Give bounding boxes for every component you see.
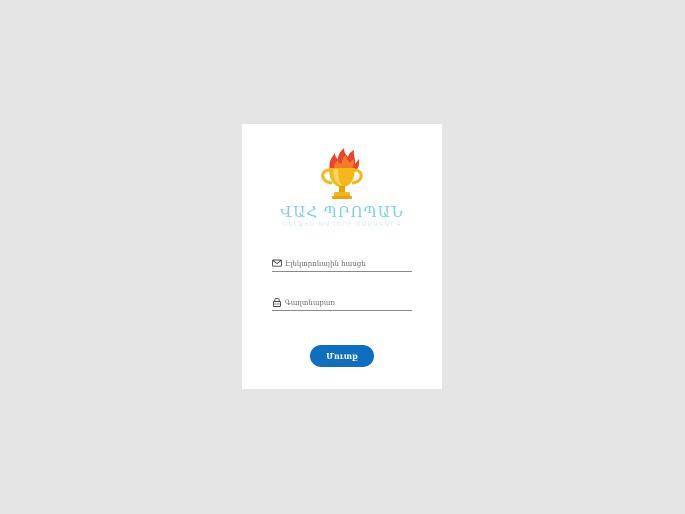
logo-subtitle: ՕՆԼԱՅՆ ԽԱՂԵՐԻ ՀԱՄԱԿԱՐԳ — [282, 221, 402, 228]
trophy-icon — [321, 148, 363, 199]
login-button[interactable]: Մուտք — [310, 345, 374, 367]
envelope-icon — [272, 259, 282, 267]
logo-title: ՎԱՀ ՊՐՈՊԱՆ — [280, 203, 404, 221]
email-input[interactable] — [285, 257, 410, 270]
password-input[interactable] — [285, 296, 410, 309]
logo: ՎԱՀ ՊՐՈՊԱՆ ՕՆԼԱՅՆ ԽԱՂԵՐԻ ՀԱՄԱԿԱՐԳ — [242, 146, 442, 229]
password-field — [272, 296, 412, 311]
email-field — [272, 257, 412, 272]
login-card: ՎԱՀ ՊՐՈՊԱՆ ՕՆԼԱՅՆ ԽԱՂԵՐԻ ՀԱՄԱԿԱՐԳ Մուտք — [242, 124, 442, 389]
lock-icon — [273, 297, 281, 307]
